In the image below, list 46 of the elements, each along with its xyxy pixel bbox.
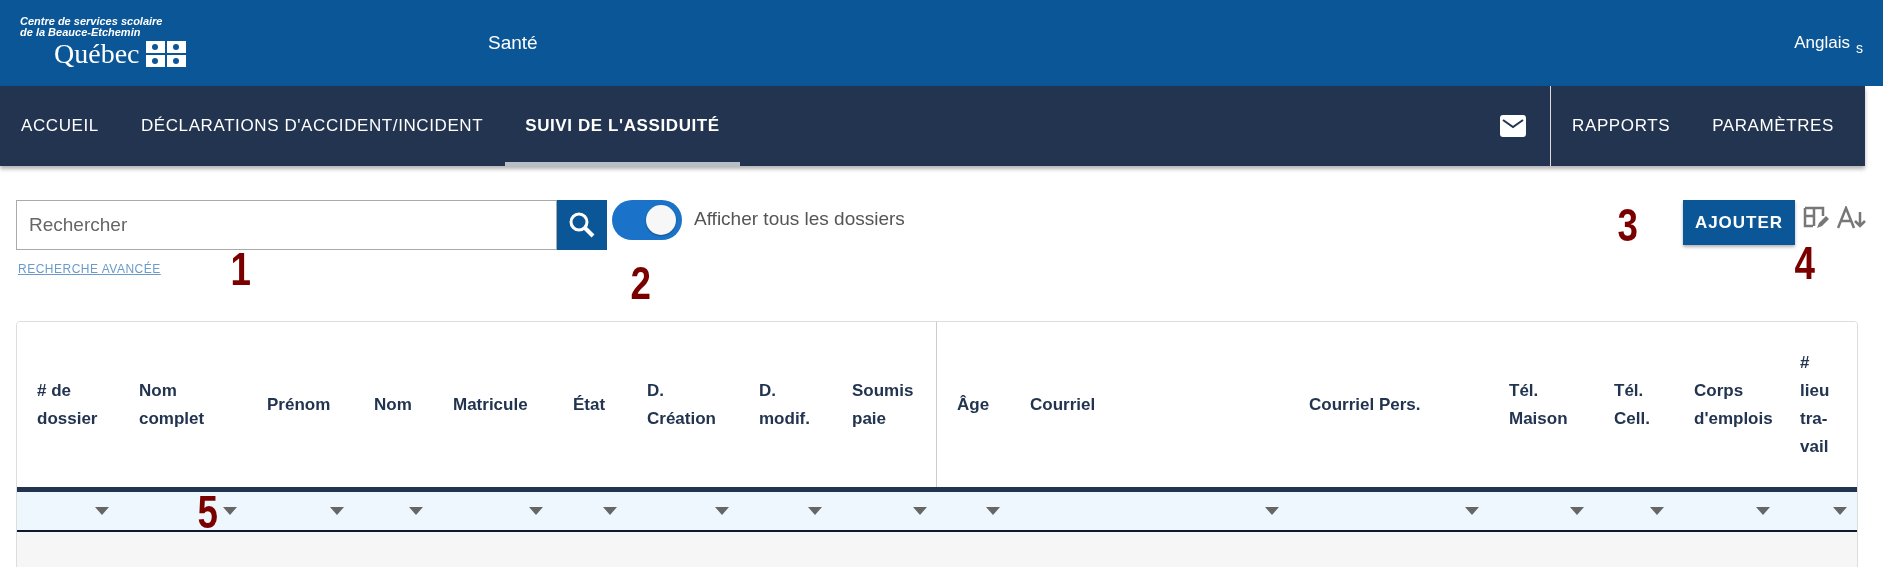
toggle-switch[interactable] [612, 200, 682, 240]
dropdown-caret-icon[interactable] [1833, 507, 1847, 515]
column-header[interactable]: Prénom [267, 390, 337, 419]
dropdown-caret-icon[interactable] [986, 507, 1000, 515]
search-field[interactable]: Rechercher [16, 200, 557, 250]
sort-icon[interactable] [1837, 206, 1867, 230]
callout-number: 5 [197, 485, 219, 539]
search-button[interactable] [557, 200, 607, 250]
dropdown-caret-icon[interactable] [1570, 507, 1584, 515]
column-header[interactable]: Courriel Pers. [1309, 390, 1427, 419]
callout-number: 2 [630, 256, 652, 310]
callout-number: 4 [1794, 236, 1816, 290]
search-icon [568, 211, 596, 239]
table-edit-icon[interactable] [1803, 206, 1829, 230]
dropdown-caret-icon[interactable] [409, 507, 423, 515]
logo-wordmark: Québec [54, 38, 140, 70]
nav-tab[interactable]: SUIVI DE L'ASSIDUITÉ [505, 86, 740, 166]
language-fragment: s [1856, 40, 1863, 56]
column-header[interactable]: Nom [374, 390, 418, 419]
nav-link[interactable]: RAPPORTS [1552, 86, 1691, 166]
column-header[interactable]: Âge [957, 390, 996, 419]
toggle-label: Afficher tous les dossiers [694, 208, 905, 230]
dropdown-caret-icon[interactable] [1265, 507, 1279, 515]
flag-icon [145, 41, 186, 67]
dropdown-caret-icon[interactable] [1465, 507, 1479, 515]
nav-link[interactable]: PARAMÈTRES [1692, 86, 1854, 166]
dropdown-caret-icon[interactable] [95, 507, 109, 515]
dropdown-caret-icon[interactable] [603, 507, 617, 515]
language-link[interactable]: Anglais [1794, 33, 1850, 53]
dropdown-caret-icon[interactable] [330, 507, 344, 515]
app-title: Santé [488, 32, 539, 54]
column-header[interactable]: Matricule [453, 390, 534, 419]
callout-number: 3 [1617, 198, 1639, 252]
add-button[interactable]: AJOUTER [1683, 200, 1795, 245]
nav-tab[interactable]: DÉCLARATIONS D'ACCIDENT/INCIDENT [120, 86, 504, 166]
nav-tab[interactable]: ACCUEIL [1, 86, 119, 166]
dropdown-caret-icon[interactable] [913, 507, 927, 515]
dropdown-caret-icon[interactable] [1756, 507, 1770, 515]
dropdown-caret-icon[interactable] [715, 507, 729, 515]
dropdown-caret-icon[interactable] [808, 507, 822, 515]
column-header[interactable]: État [573, 390, 612, 419]
dropdown-caret-icon[interactable] [529, 507, 543, 515]
dropdown-caret-icon[interactable] [1650, 507, 1664, 515]
dropdown-caret-icon[interactable] [223, 507, 237, 515]
logo-text: Centre de services scolaire de la Beauce-Etchemin [20, 16, 164, 38]
column-header[interactable]: Courriel [1030, 390, 1102, 419]
